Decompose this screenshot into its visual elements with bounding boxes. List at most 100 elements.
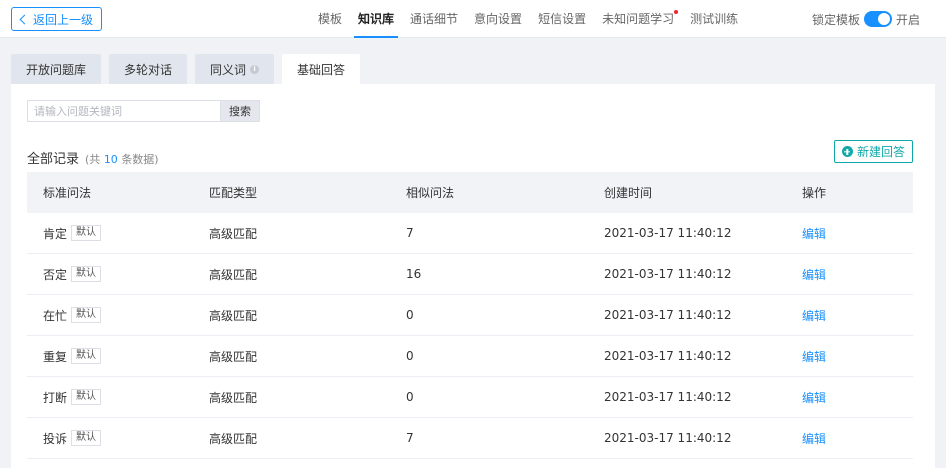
cell-similar-count: 16 xyxy=(406,267,422,281)
default-tag: 默认 xyxy=(71,430,102,446)
top-bar: 返回上一级 模板 知识库 通话细节 意向设置 短信设置 未知问题学习 测试训练 … xyxy=(0,0,946,38)
back-button[interactable]: 返回上一级 xyxy=(11,7,103,31)
search-bar: 搜索 xyxy=(27,100,260,122)
default-tag: 默认 xyxy=(71,348,102,364)
content-panel: 搜索 全部记录 (共 10 条数据) 新建回答 标准问法 匹配类型 相似问法 创建… xyxy=(11,84,935,468)
cell-similar-count: 0 xyxy=(406,349,414,363)
cell-match-type: 高级匹配 xyxy=(209,267,258,282)
nav-item-test-training[interactable]: 测试训练 xyxy=(682,0,746,38)
header-match-type: 匹配类型 xyxy=(209,186,258,200)
table-row: 在忙 默认 高级匹配 0 2021-03-17 11:40:12 编辑 xyxy=(27,295,913,336)
cell-similar-count: 7 xyxy=(406,431,414,445)
chevron-left-icon xyxy=(19,14,30,24)
cell-actions: 编辑 xyxy=(802,307,913,324)
search-button[interactable]: 搜索 xyxy=(220,100,260,122)
tab-label: 多轮对话 xyxy=(124,62,173,77)
cell-standard-question: 在忙 默认 xyxy=(27,307,209,324)
edit-link[interactable]: 编辑 xyxy=(802,227,826,241)
toggle-state-label: 开启 xyxy=(895,12,920,27)
edit-link[interactable]: 编辑 xyxy=(802,350,826,364)
search-input[interactable] xyxy=(27,100,220,122)
cell-created-time: 2021-03-17 11:40:12 xyxy=(604,431,732,445)
cell-actions: 编辑 xyxy=(802,348,913,365)
cell-created-time: 2021-03-17 11:40:12 xyxy=(604,390,732,404)
summary-prefix: (共 xyxy=(85,153,101,166)
cell-match-type: 高级匹配 xyxy=(209,390,258,405)
cell-standard-question: 投诉 默认 xyxy=(27,430,209,447)
table-row: 肯定 默认 高级匹配 7 2021-03-17 11:40:12 编辑 xyxy=(27,213,913,254)
cell-actions: 编辑 xyxy=(802,266,913,283)
nav-item-call-details[interactable]: 通话细节 xyxy=(402,0,466,38)
tab-synonyms[interactable]: 同义词 i xyxy=(195,54,275,84)
cell-created-time: 2021-03-17 11:40:12 xyxy=(604,226,732,240)
nav-label: 知识库 xyxy=(358,12,395,26)
tab-label: 同义词 xyxy=(210,62,247,77)
nav-label: 未知问题学习 xyxy=(602,12,675,26)
cell-match-type: 高级匹配 xyxy=(209,431,258,446)
notification-dot xyxy=(674,10,679,14)
header-similar-questions: 相似问法 xyxy=(406,186,455,200)
cell-standard-question: 否定 默认 xyxy=(27,266,209,283)
question-name: 打断 xyxy=(43,390,68,405)
table-row: 否定 默认 高级匹配 16 2021-03-17 11:40:12 编辑 xyxy=(27,254,913,295)
question-name: 在忙 xyxy=(43,308,68,323)
nav-label: 测试训练 xyxy=(690,12,739,26)
nav-item-unknown-learning[interactable]: 未知问题学习 xyxy=(594,0,682,38)
new-answer-button[interactable]: 新建回答 xyxy=(833,140,913,163)
cell-match-type: 高级匹配 xyxy=(209,226,258,241)
nav-label: 意向设置 xyxy=(474,12,523,26)
edit-link[interactable]: 编辑 xyxy=(802,309,826,323)
nav-item-knowledge-base[interactable]: 知识库 xyxy=(350,0,402,38)
question-name: 投诉 xyxy=(43,431,68,446)
lock-template-label: 锁定模板 xyxy=(811,12,860,27)
question-name: 否定 xyxy=(43,267,68,282)
cell-actions: 编辑 xyxy=(802,389,913,406)
edit-link[interactable]: 编辑 xyxy=(802,268,826,282)
nav-label: 短信设置 xyxy=(538,12,587,26)
default-tag: 默认 xyxy=(71,266,102,282)
question-name: 肯定 xyxy=(43,226,68,241)
tab-open-questions[interactable]: 开放问题库 xyxy=(11,54,102,84)
default-tag: 默认 xyxy=(71,307,102,323)
cell-standard-question: 重复 默认 xyxy=(27,348,209,365)
summary-count: (共 10 条数据) xyxy=(85,153,159,166)
cell-similar-count: 0 xyxy=(406,308,414,322)
header-created-time: 创建时间 xyxy=(604,186,653,200)
cell-created-time: 2021-03-17 11:40:12 xyxy=(604,349,732,363)
tab-bar: 开放问题库 多轮对话 同义词 i 基础回答 xyxy=(11,54,361,84)
plus-circle-icon xyxy=(841,146,853,157)
cell-actions: 编辑 xyxy=(802,430,913,447)
edit-link[interactable]: 编辑 xyxy=(802,391,826,405)
cell-standard-question: 打断 默认 xyxy=(27,389,209,406)
default-tag: 默认 xyxy=(71,225,102,241)
top-nav: 模板 知识库 通话细节 意向设置 短信设置 未知问题学习 测试训练 xyxy=(310,0,746,38)
cell-similar-count: 7 xyxy=(406,226,414,240)
table-header: 标准问法 匹配类型 相似问法 创建时间 操作 xyxy=(27,172,913,213)
tab-label: 基础回答 xyxy=(297,62,346,77)
summary-number: 10 xyxy=(103,153,118,166)
table-row: 重复 默认 高级匹配 0 2021-03-17 11:40:12 编辑 xyxy=(27,336,913,377)
nav-item-template[interactable]: 模板 xyxy=(310,0,350,38)
new-answer-label: 新建回答 xyxy=(856,145,905,159)
back-button-label: 返回上一级 xyxy=(33,12,94,27)
lock-template-control: 锁定模板 开启 xyxy=(812,0,920,38)
tab-multi-turn[interactable]: 多轮对话 xyxy=(109,54,188,84)
table-row: 投诉 默认 高级匹配 7 2021-03-17 11:40:12 编辑 xyxy=(27,418,913,459)
nav-item-intent-settings[interactable]: 意向设置 xyxy=(466,0,530,38)
nav-item-sms-settings[interactable]: 短信设置 xyxy=(530,0,594,38)
info-icon[interactable]: i xyxy=(250,64,260,74)
lock-template-toggle[interactable] xyxy=(863,11,892,27)
edit-link[interactable]: 编辑 xyxy=(802,432,826,446)
toggle-knob xyxy=(877,13,890,25)
cell-similar-count: 0 xyxy=(406,390,414,404)
cell-match-type: 高级匹配 xyxy=(209,349,258,364)
question-name: 重复 xyxy=(43,349,68,364)
tab-basic-answers[interactable]: 基础回答 xyxy=(282,54,361,84)
header-standard-question: 标准问法 xyxy=(43,186,92,200)
summary-suffix: 条数据) xyxy=(121,153,159,166)
cell-created-time: 2021-03-17 11:40:12 xyxy=(604,267,732,281)
nav-label: 通话细节 xyxy=(410,12,459,26)
tab-label: 开放问题库 xyxy=(26,62,87,77)
answers-table: 标准问法 匹配类型 相似问法 创建时间 操作 肯定 默认 高级匹配 7 2021-… xyxy=(27,172,913,459)
cell-created-time: 2021-03-17 11:40:12 xyxy=(604,308,732,322)
